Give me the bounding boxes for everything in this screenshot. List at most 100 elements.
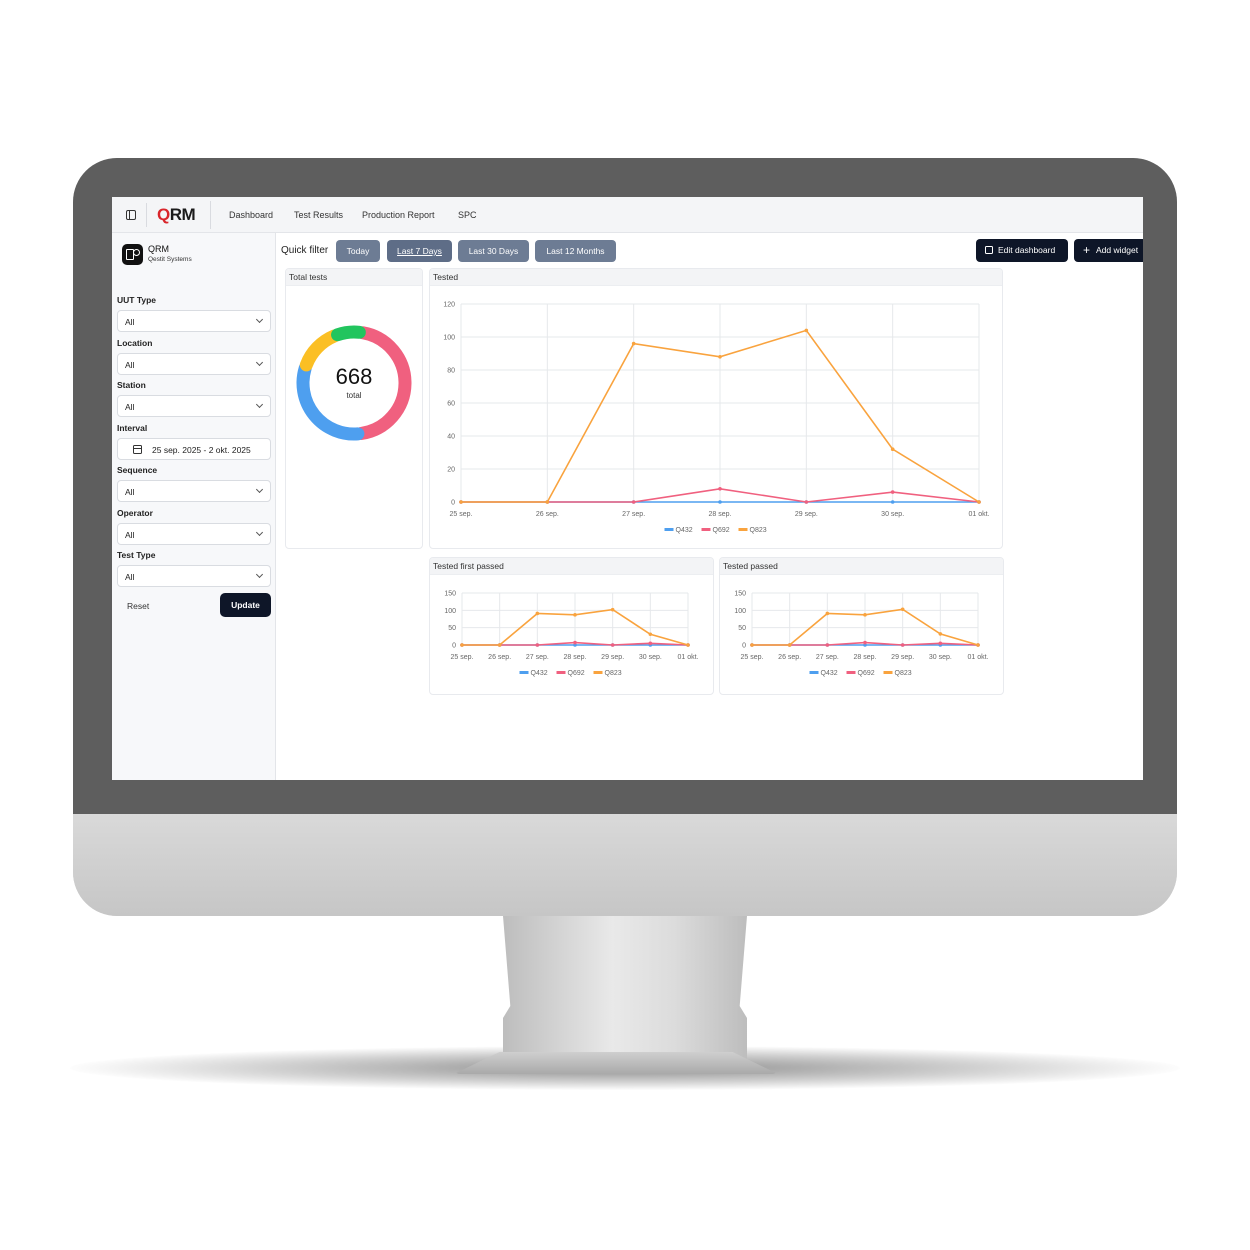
app-name: QRM [148,244,169,254]
y-tick-label: 50 [448,625,456,632]
select-value: All [125,530,135,540]
legend-label: Q432 [676,527,693,534]
data-point [863,613,867,617]
y-tick-label: 150 [734,591,746,598]
chevron-down-icon [255,358,264,367]
x-tick-label: 29 sep. [601,654,624,661]
data-point [460,643,464,647]
data-point [497,643,502,647]
data-point [610,643,615,647]
legend-label: Q823 [605,670,622,677]
top-navigation-bar: QRM Dashboard Test Results Production Re… [112,197,1143,233]
x-tick-label: 26 sep. [778,654,801,661]
filter-label-station: Station [117,380,146,390]
widget-title: Tested first passed [430,558,713,575]
operator-select[interactable]: All [117,523,271,545]
uut-type-select[interactable]: All [117,310,271,332]
divider [210,201,211,229]
location-select[interactable]: All [117,353,271,375]
data-point [890,500,895,504]
y-tick-label: 60 [447,401,455,408]
monitor-stand-base [454,1052,778,1074]
legend-label: Q432 [821,670,838,677]
legend-label: Q692 [713,527,730,534]
quick-filter-today[interactable]: Today [336,240,380,262]
x-tick-label: 01 okt. [677,654,698,661]
total-label: total [346,391,362,400]
interval-value: 25 sep. 2025 - 2 okt. 2025 [152,445,251,455]
calendar-icon [133,445,142,454]
x-tick-label: 28 sep. [709,511,732,518]
total-tests-widget[interactable]: Total tests 668 total [285,268,423,549]
nav-spc[interactable]: SPC [458,210,477,220]
y-tick-label: 50 [738,625,746,632]
data-point [718,500,722,504]
x-tick-label: 26 sep. [536,511,559,518]
chevron-down-icon [255,528,264,537]
y-tick-label: 120 [443,302,455,309]
tested-first-passed-widget[interactable]: Tested first passed 0 50 100 150 25 sep. 26 s… [429,557,714,695]
legend-swatch [664,528,674,531]
add-widget-label: Add widget [1096,245,1139,255]
y-tick-label: 100 [444,608,456,615]
station-select[interactable]: All [117,395,271,417]
quick-filter-last-30-days[interactable]: Last 30 Days [458,240,529,262]
y-tick-label: 150 [444,591,456,598]
legend-label: Q432 [531,670,548,677]
x-tick-label: 30 sep. [929,654,952,661]
legend-swatch [519,671,529,674]
legend-swatch [883,671,893,674]
quick-filter-last-12-months[interactable]: Last 12 Months [535,240,616,262]
data-point [631,341,636,346]
nav-test-results[interactable]: Test Results [294,210,343,220]
interval-date-picker[interactable]: 25 sep. 2025 - 2 okt. 2025 [117,438,271,460]
data-point [718,355,722,359]
y-tick-label: 100 [734,608,746,615]
nav-production-report[interactable]: Production Report [362,210,435,220]
update-button[interactable]: Update [220,593,271,617]
tested-widget[interactable]: Tested 0 20 40 60 80 100 120 25 sep. 26 sep. 27 s… [429,268,1003,549]
filter-label-interval: Interval [117,423,148,433]
data-point [977,500,981,504]
data-point [825,643,830,647]
data-point [787,643,792,647]
data-point [535,643,540,647]
add-widget-button[interactable]: + Add widget [1074,239,1143,262]
widget-title: Tested [430,269,1002,286]
x-tick-label: 25 sep. [450,511,473,518]
tested-first-passed-line-chart: 0 50 100 150 25 sep. 26 sep. 27 sep. 28 sep. 29 … [444,591,698,678]
quick-filter-label: Quick filter [281,245,329,256]
x-tick-label: 26 sep. [488,654,511,661]
legend-label: Q692 [568,670,585,677]
data-point [750,643,754,647]
dashboard-main: Quick filter Today Last 7 Days Last 30 D… [277,233,1143,780]
y-tick-label: 0 [742,643,746,650]
y-tick-label: 20 [447,467,455,474]
edit-dashboard-label: Edit dashboard [998,245,1056,255]
edit-dashboard-button[interactable]: Edit dashboard [976,239,1068,262]
brand-logo[interactable]: QRM [157,205,196,225]
data-point [573,640,577,645]
reset-button[interactable]: Reset [127,601,149,611]
edit-icon [985,246,993,254]
total-value: 668 [335,364,373,389]
sidebar-toggle-icon[interactable] [126,210,136,220]
select-value: All [125,487,135,497]
legend-swatch [809,671,819,674]
donut-slice [299,329,341,372]
x-tick-label: 27 sep. [622,511,645,518]
test-type-select[interactable]: All [117,565,271,587]
legend-label: Q823 [750,527,767,534]
legend-label: Q692 [858,670,875,677]
filter-label-uut-type: UUT Type [117,295,157,305]
x-tick-label: 25 sep. [741,654,764,661]
tested-passed-widget[interactable]: Tested passed 0 50 100 150 25 sep. 26 sep. 27 … [719,557,1004,695]
widget-title: Tested passed [720,558,1003,575]
plus-icon: + [1083,243,1091,257]
chevron-down-icon [255,400,264,409]
nav-dashboard[interactable]: Dashboard [229,210,273,220]
quick-filter-last-7-days[interactable]: Last 7 Days [387,240,452,262]
data-point [648,641,653,646]
x-tick-label: 29 sep. [891,654,914,661]
sequence-select[interactable]: All [117,480,271,502]
